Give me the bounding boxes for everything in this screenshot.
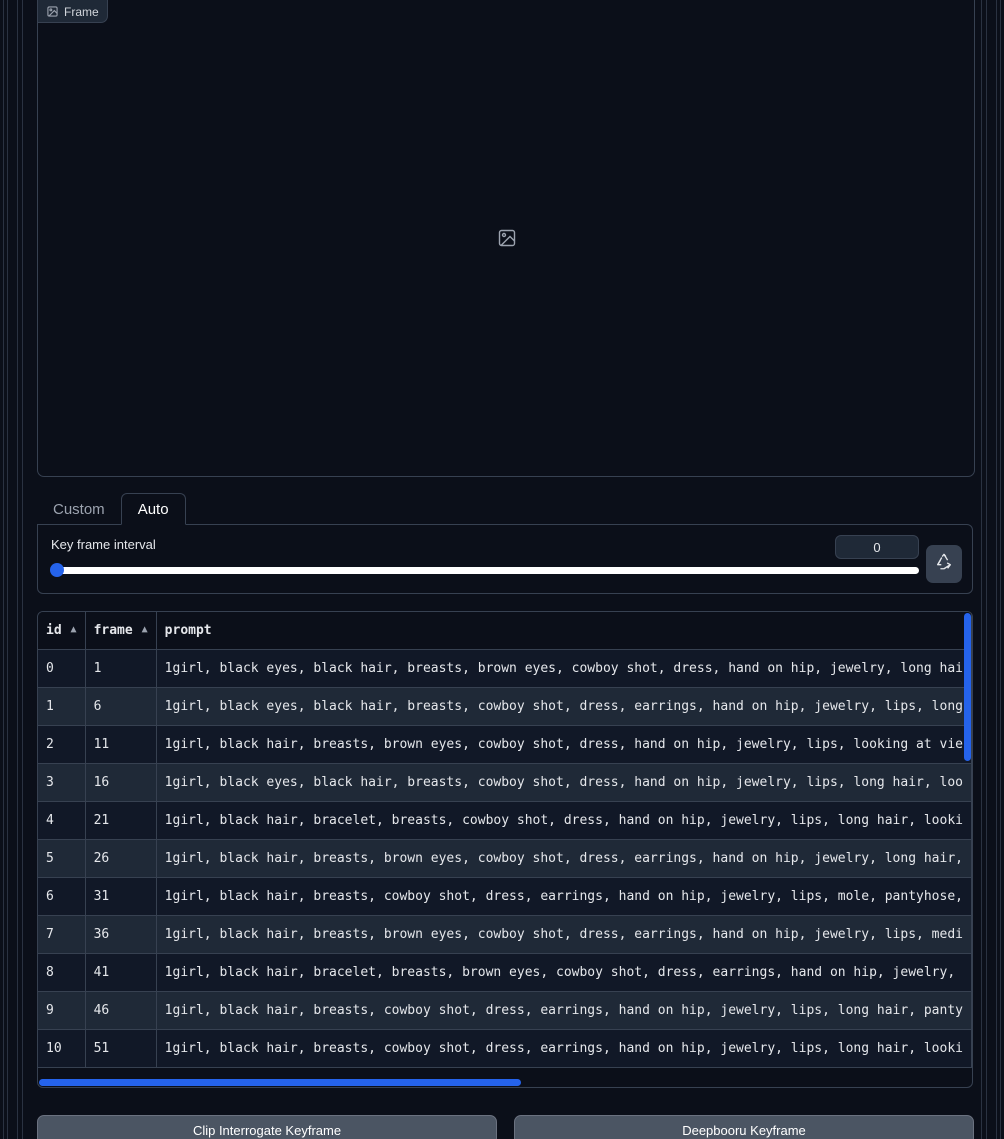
table-row[interactable]: 6 31 1girl, black hair, breasts, cowboy sh…	[38, 877, 972, 916]
image-placeholder-icon	[498, 229, 516, 252]
cell-frame[interactable]: 31	[85, 877, 157, 916]
cell-id[interactable]: 6	[38, 877, 86, 916]
divider	[1000, 0, 1001, 1139]
frame-label-text: Frame	[64, 4, 99, 19]
table-row[interactable]: 10 51 1girl, black hair, breasts, cowboy s…	[38, 1029, 972, 1068]
vertical-scrollbar[interactable]	[964, 613, 971, 761]
cell-frame[interactable]: 46	[85, 991, 157, 1030]
key-frame-interval-slider[interactable]	[50, 563, 919, 577]
sort-arrow-icon[interactable]: ▲	[142, 624, 148, 635]
cell-id[interactable]: 9	[38, 991, 86, 1030]
table-row[interactable]: 1 6 1girl, black eyes, black hair, breasts…	[38, 687, 972, 726]
cell-id[interactable]: 1	[38, 687, 86, 726]
cell-prompt[interactable]: 1girl, black hair, bracelet, breasts, co…	[156, 801, 972, 840]
cell-prompt[interactable]: 1girl, black hair, bracelet, breasts, br…	[156, 953, 972, 992]
table-row[interactable]: 2 11 1girl, black hair, breasts, brown eye…	[38, 725, 972, 764]
table-row[interactable]: 7 36 1girl, black hair, breasts, brown eye…	[38, 915, 972, 954]
cell-frame[interactable]: 11	[85, 725, 157, 764]
column-header-prompt[interactable]: prompt	[156, 612, 972, 650]
cell-id[interactable]: 2	[38, 725, 86, 764]
cell-id[interactable]: 3	[38, 763, 86, 802]
cell-frame[interactable]: 21	[85, 801, 157, 840]
key-frame-interval-label: Key frame interval	[51, 537, 156, 552]
cell-id[interactable]: 5	[38, 839, 86, 878]
image-icon	[47, 6, 58, 17]
cell-frame[interactable]: 51	[85, 1029, 157, 1068]
cell-prompt[interactable]: 1girl, black hair, breasts, cowboy shot,…	[156, 1029, 972, 1068]
cell-prompt[interactable]: 1girl, black hair, breasts, brown eyes, …	[156, 839, 972, 878]
cell-prompt[interactable]: 1girl, black eyes, black hair, breasts, …	[156, 687, 972, 726]
cell-id[interactable]: 0	[38, 649, 86, 688]
divider	[22, 0, 23, 1139]
cell-frame[interactable]: 6	[85, 687, 157, 726]
table-row[interactable]: 3 16 1girl, black eyes, black hair, breast…	[38, 763, 972, 802]
deepbooru-keyframe-button[interactable]: Deepbooru Keyframe	[514, 1115, 974, 1139]
cell-prompt[interactable]: 1girl, black eyes, black hair, breasts, …	[156, 763, 972, 802]
cell-id[interactable]: 8	[38, 953, 86, 992]
cell-frame[interactable]: 16	[85, 763, 157, 802]
tab-bar: Custom Auto	[37, 493, 186, 525]
tab-auto[interactable]: Auto	[120, 493, 186, 525]
cell-frame[interactable]: 1	[85, 649, 157, 688]
cell-id[interactable]: 4	[38, 801, 86, 840]
reset-button[interactable]	[926, 545, 962, 583]
clip-interrogate-keyframe-button[interactable]: Clip Interrogate Keyframe	[37, 1115, 497, 1139]
recycle-icon	[935, 553, 953, 576]
table-row[interactable]: 4 21 1girl, black hair, bracelet, breasts,…	[38, 801, 972, 840]
cell-id[interactable]: 7	[38, 915, 86, 954]
column-header-id[interactable]: id ▲	[38, 612, 86, 650]
cell-frame[interactable]: 26	[85, 839, 157, 878]
divider	[17, 0, 18, 1139]
divider	[996, 0, 997, 1139]
horizontal-scrollbar[interactable]	[39, 1079, 521, 1086]
cell-prompt[interactable]: 1girl, black hair, breasts, cowboy shot,…	[156, 991, 972, 1030]
table-row[interactable]: 8 41 1girl, black hair, bracelet, breasts,…	[38, 953, 972, 992]
divider	[3, 0, 4, 1139]
divider	[986, 0, 987, 1139]
key-frame-interval-input[interactable]: 0	[835, 535, 919, 559]
cell-id[interactable]: 10	[38, 1029, 86, 1068]
table-row[interactable]: 5 26 1girl, black hair, breasts, brown eye…	[38, 839, 972, 878]
keyframe-table[interactable]: id ▲ frame ▲ prompt 0 1 1girl, black eyes,…	[37, 611, 973, 1088]
table-body: 0 1 1girl, black eyes, black hair, breasts…	[38, 649, 972, 1068]
tab-custom[interactable]: Custom	[37, 493, 121, 525]
cell-prompt[interactable]: 1girl, black hair, breasts, brown eyes, …	[156, 725, 972, 764]
slider-thumb[interactable]	[50, 563, 64, 577]
auto-tab-panel: Key frame interval 0	[37, 524, 973, 594]
frame-image-upload[interactable]: Frame	[37, 0, 975, 477]
app-root: Frame Custom Auto Key frame interval 0 i…	[0, 0, 1004, 1139]
sort-arrow-icon[interactable]: ▲	[71, 624, 77, 635]
frame-label: Frame	[38, 0, 108, 23]
column-header-frame[interactable]: frame ▲	[85, 612, 157, 650]
table-row[interactable]: 0 1 1girl, black eyes, black hair, breasts…	[38, 649, 972, 688]
cell-prompt[interactable]: 1girl, black hair, breasts, cowboy shot,…	[156, 877, 972, 916]
table-row[interactable]: 9 46 1girl, black hair, breasts, cowboy sh…	[38, 991, 972, 1030]
cell-prompt[interactable]: 1girl, black eyes, black hair, breasts, …	[156, 649, 972, 688]
cell-frame[interactable]: 41	[85, 953, 157, 992]
keyframe-table-grid: id ▲ frame ▲ prompt 0 1 1girl, black eyes,…	[38, 612, 972, 1068]
divider	[7, 0, 8, 1139]
divider	[981, 0, 982, 1139]
cell-frame[interactable]: 36	[85, 915, 157, 954]
cell-prompt[interactable]: 1girl, black hair, breasts, brown eyes, …	[156, 915, 972, 954]
